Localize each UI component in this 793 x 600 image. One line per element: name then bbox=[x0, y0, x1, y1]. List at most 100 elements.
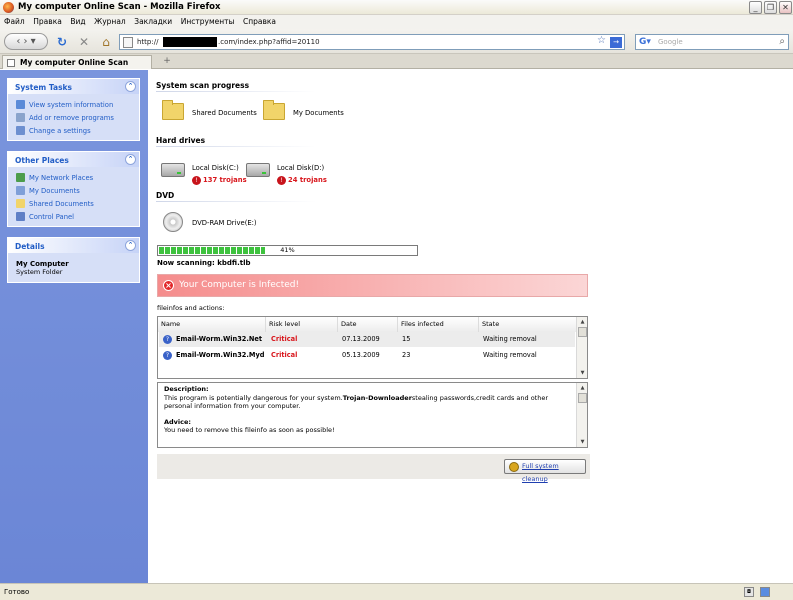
infected-alert-banner: × Your Computer is Infected! bbox=[157, 274, 588, 297]
status-bar: Готово ◘ bbox=[0, 583, 793, 600]
tab-bar: My computer Online Scan + bbox=[0, 54, 793, 69]
window-title: My computer Online Scan - Mozilla Firefo… bbox=[18, 2, 221, 12]
task-change-settings[interactable]: Change a settings bbox=[16, 124, 139, 137]
scroll-thumb[interactable] bbox=[578, 393, 587, 403]
scroll-down-icon[interactable]: ▼ bbox=[578, 438, 587, 446]
column-header-files[interactable]: Files infected bbox=[398, 317, 479, 332]
info-icon bbox=[16, 100, 25, 109]
virus-info-icon: ? bbox=[163, 351, 172, 360]
progress-percent: 41% bbox=[280, 246, 295, 254]
details-type: System Folder bbox=[16, 268, 63, 276]
table-scrollbar[interactable]: ▲ ▼ bbox=[576, 317, 587, 378]
menu-history[interactable]: Журнал bbox=[90, 15, 126, 26]
scan-progress-bar: 41% bbox=[157, 245, 418, 256]
drive-c-trojans: 137 trojans bbox=[203, 176, 247, 184]
description-text-2: stealing passwords,credit cards and othe… bbox=[411, 393, 549, 402]
threat-date: 05.13.2009 bbox=[342, 351, 380, 359]
url-suffix: .com/index.php?affid=20110 bbox=[218, 38, 320, 46]
menu-help[interactable]: Справка bbox=[239, 15, 276, 26]
menu-tools[interactable]: Инструменты bbox=[177, 15, 235, 26]
scan-progress-header: System scan progress bbox=[156, 81, 250, 90]
addon-icon[interactable] bbox=[760, 587, 770, 597]
google-icon[interactable]: G▾ bbox=[639, 37, 651, 48]
rss-icon[interactable]: ◘ bbox=[744, 587, 754, 597]
folder-icon bbox=[162, 100, 184, 120]
scroll-thumb[interactable] bbox=[578, 327, 587, 337]
panel-header[interactable]: Details ⌃ bbox=[8, 238, 139, 253]
task-add-remove-programs[interactable]: Add or remove programs bbox=[16, 111, 139, 124]
threat-state: Waiting removal bbox=[483, 335, 537, 343]
threat-name: Email-Worm.Win32.Net bbox=[176, 335, 263, 343]
search-box[interactable]: G▾ Google ⌕ bbox=[635, 34, 789, 50]
menu-file[interactable]: Файл bbox=[0, 15, 25, 26]
place-control-panel[interactable]: Control Panel bbox=[16, 210, 139, 223]
place-my-documents[interactable]: My Documents bbox=[16, 184, 139, 197]
column-header-state[interactable]: State bbox=[479, 317, 577, 332]
tab-page-icon bbox=[7, 59, 15, 67]
cleanup-label: Full system cleanup bbox=[522, 462, 559, 483]
address-bar[interactable]: http:// .com/index.php?affid=20110 ☆ → bbox=[119, 34, 625, 50]
minimize-button[interactable]: _ bbox=[749, 1, 762, 14]
table-row[interactable]: ? Email-Worm.Win32.Net Critical 07.13.20… bbox=[159, 332, 575, 347]
error-icon: × bbox=[163, 280, 174, 291]
close-button[interactable]: ✕ bbox=[779, 1, 792, 14]
tab-active[interactable]: My computer Online Scan bbox=[2, 55, 152, 69]
search-icon[interactable]: ⌕ bbox=[779, 36, 785, 47]
panel-title: System Tasks bbox=[15, 83, 72, 92]
advice-text: You need to remove this fileinfo as soon… bbox=[164, 426, 335, 434]
drive-c-label: Local Disk(C:) bbox=[192, 164, 239, 172]
bookmark-star-icon[interactable]: ☆ bbox=[597, 35, 606, 46]
description-scrollbar[interactable]: ▲ ▼ bbox=[576, 383, 587, 447]
scroll-up-icon[interactable]: ▲ bbox=[578, 318, 587, 326]
fileinfos-label: fileinfos and actions: bbox=[157, 304, 225, 312]
hard-disk-icon bbox=[161, 163, 185, 177]
details-name: My Computer bbox=[16, 260, 69, 268]
task-view-system-info[interactable]: View system information bbox=[16, 98, 139, 111]
collapse-icon[interactable]: ⌃ bbox=[125, 154, 136, 165]
full-system-cleanup-button[interactable]: Full system cleanup bbox=[504, 459, 586, 483]
programs-icon bbox=[16, 113, 25, 122]
column-header-name[interactable]: Name bbox=[158, 317, 266, 332]
virus-info-icon: ? bbox=[163, 335, 172, 344]
column-header-date[interactable]: Date bbox=[338, 317, 398, 332]
column-header-risk[interactable]: Risk level bbox=[266, 317, 338, 332]
divider bbox=[156, 146, 316, 147]
description-text-1: This program is potentially dangerous fo… bbox=[164, 393, 343, 402]
folder-icon bbox=[263, 100, 285, 120]
scroll-up-icon[interactable]: ▲ bbox=[578, 384, 587, 392]
files-infected: 15 bbox=[402, 335, 411, 343]
scroll-down-icon[interactable]: ▼ bbox=[578, 369, 587, 377]
menu-edit[interactable]: Правка bbox=[29, 15, 62, 26]
collapse-icon[interactable]: ⌃ bbox=[125, 240, 136, 251]
page-content: System Tasks ⌃ View system information Ad… bbox=[0, 70, 793, 583]
place-network[interactable]: My Network Places bbox=[16, 171, 139, 184]
go-icon[interactable]: → bbox=[610, 37, 622, 48]
menu-bar: Файл Правка Вид Журнал Закладки Инструме… bbox=[0, 15, 793, 29]
tab-label: My computer Online Scan bbox=[20, 58, 129, 67]
table-row[interactable]: ? Email-Worm.Win32.Myd Critical 05.13.20… bbox=[159, 348, 575, 363]
panel-header[interactable]: Other Places ⌃ bbox=[8, 152, 139, 167]
back-forward-button[interactable]: ‹ › ▾ bbox=[4, 33, 48, 50]
description-title: Description: bbox=[164, 385, 209, 393]
drive-d-label: Local Disk(D:) bbox=[277, 164, 325, 172]
place-shared-documents[interactable]: Shared Documents bbox=[16, 197, 139, 210]
menu-bookmarks[interactable]: Закладки bbox=[130, 15, 172, 26]
menu-view[interactable]: Вид bbox=[66, 15, 85, 26]
threat-date: 07.13.2009 bbox=[342, 335, 380, 343]
system-tasks-panel: System Tasks ⌃ View system information Ad… bbox=[7, 78, 140, 141]
reload-icon[interactable]: ↻ bbox=[55, 35, 69, 49]
new-tab-button[interactable]: + bbox=[160, 56, 174, 67]
title-bar: My computer Online Scan - Mozilla Firefo… bbox=[0, 0, 793, 15]
panel-header[interactable]: System Tasks ⌃ bbox=[8, 79, 139, 94]
threats-table: Name Risk level Date Files infected Stat… bbox=[157, 316, 588, 379]
home-icon[interactable]: ⌂ bbox=[99, 35, 113, 49]
risk-level: Critical bbox=[271, 335, 298, 343]
status-text: Готово bbox=[4, 588, 30, 596]
advice-title: Advice: bbox=[164, 417, 192, 426]
threat-name: Email-Worm.Win32.Myd bbox=[176, 351, 265, 359]
sidebar: System Tasks ⌃ View system information Ad… bbox=[0, 70, 148, 583]
documents-icon bbox=[16, 186, 25, 195]
maximize-button[interactable]: ❐ bbox=[764, 1, 777, 14]
stop-icon[interactable]: ✕ bbox=[77, 35, 91, 49]
collapse-icon[interactable]: ⌃ bbox=[125, 81, 136, 92]
